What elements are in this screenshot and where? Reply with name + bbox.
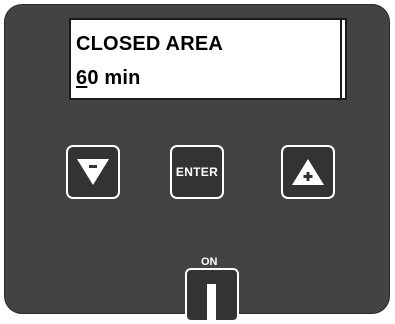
triangle-down-minus-icon	[77, 159, 109, 185]
down-minus-button[interactable]	[66, 145, 120, 199]
power-switch[interactable]	[185, 268, 239, 324]
control-panel: CLOSED AREA 60 min ENTER ON	[4, 4, 390, 324]
enter-button[interactable]: ENTER	[170, 145, 224, 199]
display-cursor-digit: 6	[76, 67, 88, 89]
display-value-rest: 0 min	[87, 67, 141, 89]
display-line-1: CLOSED AREA	[76, 33, 224, 55]
display-line-2: 60 min	[76, 67, 141, 90]
lcd-display: CLOSED AREA 60 min	[69, 18, 347, 100]
enter-label: ENTER	[175, 165, 219, 179]
power-switch-icon	[207, 284, 216, 324]
triangle-up-plus-icon	[292, 159, 324, 185]
up-plus-button[interactable]	[281, 145, 335, 199]
power-on-label: ON	[201, 256, 218, 268]
